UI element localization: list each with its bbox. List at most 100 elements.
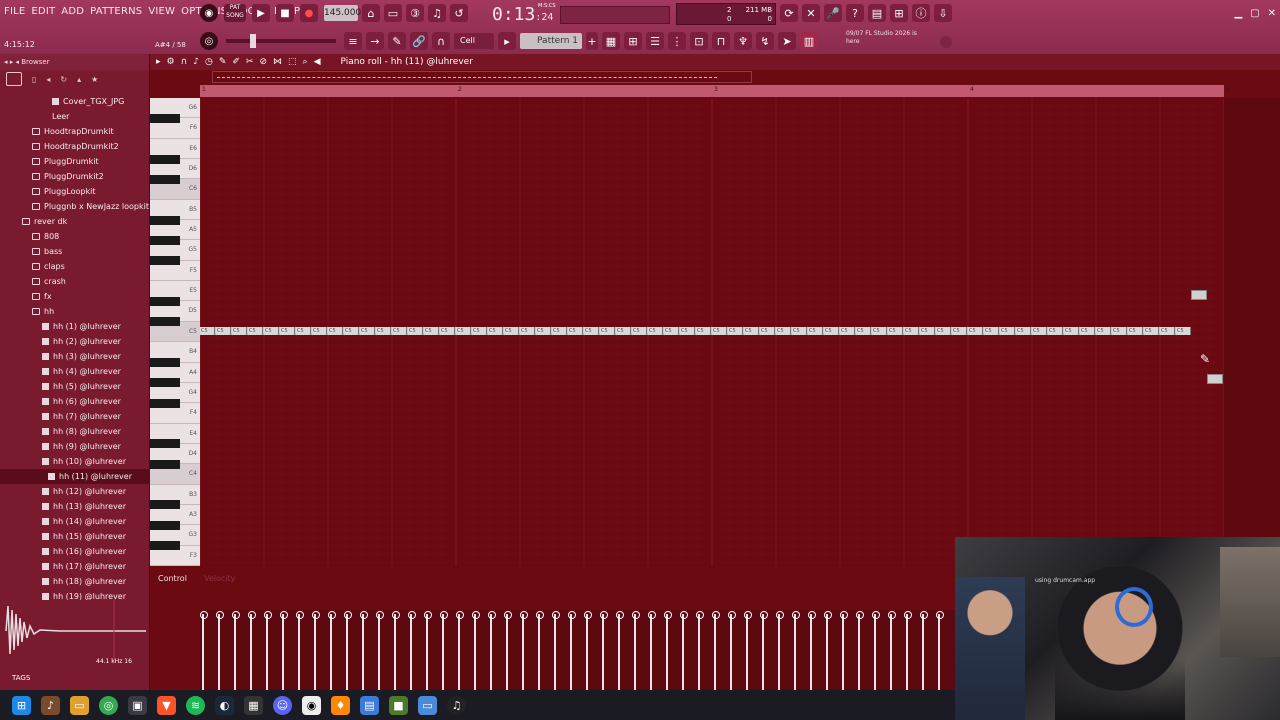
select-tool-icon[interactable]: ⬚ (288, 57, 297, 67)
browser-window-icon[interactable]: ⊡ (690, 32, 708, 50)
mixer-icon[interactable]: ✕ (802, 4, 820, 22)
midi-note[interactable]: C5 (232, 327, 247, 335)
browser-file[interactable]: hh (16) @luhrever (0, 544, 150, 559)
news-icon[interactable]: ▥ (800, 32, 818, 50)
stop-button[interactable]: ■ (276, 4, 294, 22)
velocity-bar[interactable] (504, 611, 512, 690)
slice-tool-icon[interactable]: ⋈ (273, 57, 282, 67)
velocity-bar[interactable] (888, 611, 896, 690)
star-icon[interactable]: ★ (91, 75, 98, 84)
midi-note[interactable]: C5 (312, 327, 327, 335)
browser-folder[interactable]: HoodtrapDrumkit2 (0, 139, 150, 154)
midi-note[interactable]: C5 (504, 327, 519, 335)
black-key[interactable] (150, 317, 180, 327)
master-pitch-slider[interactable] (226, 34, 336, 48)
file-icon[interactable]: ▯ (32, 75, 36, 84)
black-key[interactable] (150, 235, 180, 245)
velocity-bar[interactable] (536, 611, 544, 690)
step-edit-icon[interactable]: ♫ (428, 4, 446, 22)
midi-note[interactable]: C5 (824, 327, 839, 335)
play-pattern-icon[interactable]: ▸ (498, 32, 516, 50)
channel-window-icon[interactable]: ⋮ (668, 32, 686, 50)
loop-record-icon[interactable]: ↺ (450, 4, 468, 22)
music-app-icon[interactable]: ♫ (447, 695, 466, 715)
midi-note[interactable]: C5 (264, 327, 279, 335)
velocity-bar[interactable] (856, 611, 864, 690)
midi-note[interactable]: C5 (616, 327, 631, 335)
velocity-bar[interactable] (664, 611, 672, 690)
midi-note[interactable]: C5 (664, 327, 679, 335)
velocity-bar[interactable] (472, 611, 480, 690)
midi-note[interactable]: C5 (248, 327, 263, 335)
calculator-icon[interactable]: ▦ (244, 695, 263, 715)
midi-note[interactable]: C5 (728, 327, 743, 335)
back-icon[interactable]: ◂ (46, 75, 50, 84)
midi-note[interactable]: C5 (1128, 327, 1143, 335)
app-orange-icon[interactable]: ♦ (331, 695, 350, 715)
info-icon[interactable]: ⓘ (912, 4, 930, 22)
help-icon[interactable]: ? (846, 4, 864, 22)
pencil-icon[interactable]: ✎ (388, 32, 406, 50)
midi-note[interactable]: C5 (872, 327, 887, 335)
browser-file[interactable]: hh (11) @luhrever (0, 469, 150, 484)
midi-note[interactable]: C5 (408, 327, 423, 335)
velocity-bar[interactable] (872, 611, 880, 690)
black-key[interactable] (150, 215, 180, 225)
browser-folder[interactable]: hh (0, 304, 150, 319)
midi-note[interactable]: C5 (328, 327, 343, 335)
velocity-lane[interactable] (200, 610, 956, 690)
collapse-icon[interactable]: ▴ (77, 75, 81, 84)
velocity-bar[interactable] (456, 611, 464, 690)
browser-folder[interactable]: 808 (0, 229, 150, 244)
countdown-icon[interactable]: ③ (406, 4, 424, 22)
pattern-selector[interactable]: Pattern 1 (520, 33, 582, 49)
browser-file[interactable]: hh (6) @luhrever (0, 394, 150, 409)
browser-file[interactable]: hh (1) @luhrever (0, 319, 150, 334)
midi-note[interactable]: C5 (296, 327, 311, 335)
midi-note[interactable]: C5 (360, 327, 375, 335)
browser-folder[interactable]: Pluggnb x NewJazz loopkit (0, 199, 150, 214)
browser-folder[interactable]: bass (0, 244, 150, 259)
midi-note[interactable]: C5 (904, 327, 919, 335)
fl-studio-taskbar-icon[interactable]: ♪ (41, 695, 60, 715)
midi-note[interactable]: C5 (1080, 327, 1095, 335)
midi-note[interactable]: C5 (808, 327, 823, 335)
midi-note[interactable]: C5 (760, 327, 775, 335)
undo-history-icon[interactable]: ⟳ (780, 4, 798, 22)
velocity-bar[interactable] (264, 611, 272, 690)
arrow-icon[interactable]: ➤ (778, 32, 796, 50)
master-volume-knob[interactable]: ◉ (200, 4, 218, 22)
arrow-right-icon[interactable]: → (366, 32, 384, 50)
velocity-bar[interactable] (216, 611, 224, 690)
notepad-icon[interactable]: ▤ (360, 695, 379, 715)
minimize-icon[interactable]: ▁ (1234, 8, 1242, 19)
browser-file[interactable]: hh (14) @luhrever (0, 514, 150, 529)
velocity-bar[interactable] (376, 611, 384, 690)
black-key[interactable] (150, 541, 180, 551)
velocity-bar[interactable] (904, 611, 912, 690)
midi-note[interactable]: C5 (984, 327, 999, 335)
waveform-preview[interactable] (0, 600, 146, 662)
spotify-icon[interactable]: ≋ (186, 695, 205, 715)
browser-folder[interactable]: crash (0, 274, 150, 289)
brave-icon[interactable]: ▼ (157, 695, 176, 715)
midi-note[interactable]: C5 (488, 327, 503, 335)
velocity-bar[interactable] (296, 611, 304, 690)
velocity-bar[interactable] (936, 611, 944, 690)
black-key[interactable] (150, 358, 180, 368)
black-key[interactable] (150, 520, 180, 530)
velocity-bar[interactable] (424, 611, 432, 690)
browser-file[interactable]: hh (2) @luhrever (0, 334, 150, 349)
velocity-bar[interactable] (744, 611, 752, 690)
windows-start-icon[interactable]: ⊞ (12, 695, 31, 715)
browser-file[interactable]: hh (3) @luhrever (0, 349, 150, 364)
control-param[interactable]: Velocity (204, 574, 235, 583)
pattern-song-toggle[interactable]: PAT SONG (224, 4, 246, 22)
velocity-bar[interactable] (840, 611, 848, 690)
velocity-bar[interactable] (920, 611, 928, 690)
velocity-bar[interactable] (584, 611, 592, 690)
record-button[interactable]: ● (300, 4, 318, 22)
magnet-icon[interactable]: ∩ (432, 32, 450, 50)
store-icon[interactable]: ▣ (128, 695, 147, 715)
piano-roll-overview[interactable] (212, 71, 752, 83)
